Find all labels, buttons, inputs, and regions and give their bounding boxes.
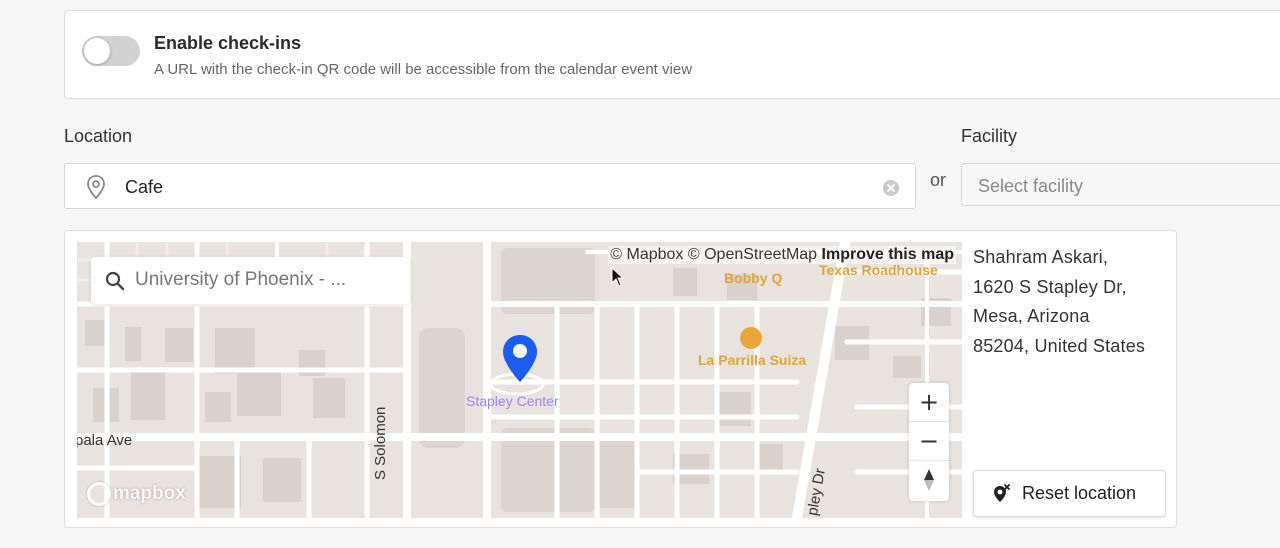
facility-placeholder: Select facility [978,176,1084,196]
address-block: Shahram Askari, 1620 S Stapley Dr, Mesa,… [973,243,1173,361]
location-pin-icon [87,175,105,200]
compass-icon [924,469,934,491]
osm-attribution-link[interactable]: © OpenStreetMap [688,246,817,263]
reset-location-button[interactable]: Reset location [973,470,1166,517]
map-pin-icon[interactable] [501,334,539,384]
improve-map-link[interactable]: Improve this map [822,246,954,263]
location-label: Location [64,126,133,146]
mapbox-logo[interactable]: mapbox [87,482,186,506]
zoom-control: + − [909,383,949,501]
address-line-3: Mesa, Arizona [973,306,1090,326]
search-icon [105,271,125,291]
address-line-1: Shahram Askari, [973,247,1109,267]
map-search-box [91,257,410,304]
address-line-4: 85204, United States [973,335,1146,356]
street-pala-ave: pala Ave [77,432,133,449]
address-line-2: 1620 S Stapley Dr, [973,276,1127,297]
reset-location-label: Reset location [1022,483,1137,503]
compass-button[interactable] [909,461,949,501]
poi-la-parrilla-suiza[interactable]: La Parrilla Suiza [698,352,806,368]
or-text: or [930,170,947,190]
toggle-knob [84,38,110,64]
checkin-title: Enable check-ins [154,33,302,53]
mapbox-attribution-link[interactable]: © Mapbox [610,246,683,263]
checkin-description: A URL with the check-in QR code will be … [154,61,693,78]
map-search-input[interactable] [135,265,397,295]
map-attribution: © Mapbox © OpenStreetMap Improve this ma… [608,246,956,264]
facility-select[interactable]: Select facility [961,163,1280,206]
location-input[interactable]: Cafe [64,163,916,209]
location-value: Cafe [125,177,164,197]
poi-bobby-q[interactable]: Bobby Q [724,270,782,286]
checkin-toggle[interactable] [82,36,140,66]
zoom-out-button[interactable]: − [909,422,949,461]
mapbox-logo-icon [87,482,111,506]
poi-stapley-center[interactable]: Stapley Center [466,393,559,409]
reset-location-icon [994,483,1010,502]
clear-icon[interactable] [883,180,899,196]
map[interactable]: Bobby Q Texas Roadhouse La Parrilla Suiz… [77,242,962,518]
map-card: Bobby Q Texas Roadhouse La Parrilla Suiz… [64,230,1177,528]
checkin-card: Enable check-ins A URL with the check-in… [64,10,1280,99]
mapbox-logo-text: mapbox [113,483,186,504]
mouse-cursor-icon [611,267,625,287]
poi-texas-roadhouse[interactable]: Texas Roadhouse [819,262,938,278]
zoom-in-button[interactable]: + [909,383,949,422]
street-s-solomon: S Solomon [372,406,389,480]
facility-label: Facility [961,126,1018,146]
restaurant-icon[interactable] [740,327,762,349]
